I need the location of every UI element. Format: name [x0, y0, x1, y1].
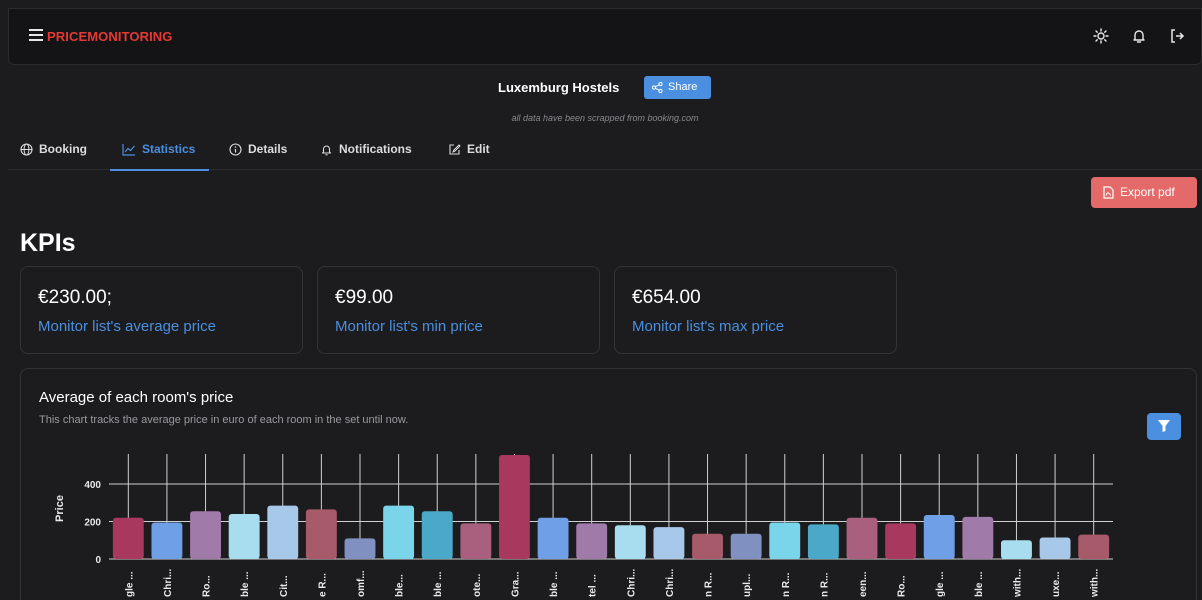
x-tick-label: n R...	[704, 572, 715, 597]
x-tick-label: gle ...	[935, 571, 946, 597]
x-tick-label: ble ...	[974, 571, 985, 597]
pdf-icon	[1103, 186, 1114, 199]
kpi-label: Monitor list's average price	[38, 318, 216, 335]
chart-bar	[267, 505, 299, 559]
bell-icon[interactable]	[1129, 26, 1149, 46]
kpi-average-card: €230.00; Monitor list's average price	[20, 266, 303, 354]
chart-bar	[151, 522, 183, 559]
chart-bar	[1039, 537, 1071, 559]
globe-icon	[20, 142, 33, 156]
tab-label: Notifications	[339, 142, 412, 156]
sun-icon[interactable]	[1091, 26, 1111, 46]
chart-bar	[383, 505, 415, 559]
kpi-max-card: €654.00 Monitor list's max price	[614, 266, 897, 354]
x-tick-label: gle ...	[124, 571, 135, 597]
chart-bar	[344, 538, 376, 559]
y-axis-label: Price	[54, 495, 66, 522]
x-tick-label: Chri...	[665, 568, 676, 597]
kpi-min-card: €99.00 Monitor list's min price	[317, 266, 600, 354]
chart-bar	[692, 533, 723, 559]
chart-bar	[576, 523, 608, 559]
menu-icon[interactable]	[29, 29, 43, 43]
logout-icon[interactable]	[1167, 26, 1187, 46]
y-tick-label: 200	[84, 518, 101, 529]
chart-bar	[537, 517, 569, 559]
edit-icon	[449, 143, 461, 155]
y-tick-label: 400	[84, 480, 101, 491]
x-tick-label: ble ...	[433, 571, 444, 597]
kpi-label: Monitor list's min price	[335, 318, 483, 335]
x-tick-label: n R...	[781, 572, 792, 597]
tab-label: Details	[248, 142, 288, 156]
x-tick-label: Chri...	[163, 568, 174, 597]
x-tick-label: Cit...	[279, 575, 290, 597]
tab-details[interactable]: Details	[229, 128, 287, 170]
chart-bar	[846, 517, 878, 559]
chart-bar	[499, 454, 530, 559]
chart-bar	[769, 522, 801, 559]
tab-booking[interactable]: Booking	[20, 128, 87, 170]
x-tick-label: ote...	[472, 573, 483, 597]
chart-bar	[1078, 534, 1110, 559]
x-tick-label: n R...	[819, 572, 830, 597]
chart-bar	[460, 523, 492, 559]
chart-bar	[614, 525, 646, 559]
x-tick-label: upl...	[742, 573, 753, 597]
x-tick-label: Chri...	[626, 568, 637, 597]
x-tick-label: ble ...	[240, 571, 251, 597]
chart-bar	[653, 527, 685, 559]
chart-bar	[112, 517, 144, 559]
export-pdf-button[interactable]: Export pdf	[1091, 177, 1197, 208]
tab-label: Booking	[39, 142, 87, 156]
chart-card: Average of each room's price This chart …	[20, 368, 1197, 600]
bell-icon	[321, 145, 332, 155]
x-tick-label: e R...	[317, 573, 328, 597]
chart-bar	[421, 511, 453, 559]
x-tick-label: with...	[1012, 568, 1023, 598]
x-tick-label: with...	[1090, 568, 1101, 598]
tab-notifications[interactable]: Notifications	[320, 128, 412, 170]
x-tick-label: tel ...	[588, 574, 599, 597]
chart-line-icon	[122, 143, 135, 156]
tab-bar: Booking Statistics Details Notifications…	[8, 128, 1202, 171]
share-label: Share	[668, 81, 698, 93]
tab-edit[interactable]: Edit	[448, 128, 490, 170]
kpi-label: Monitor list's max price	[632, 318, 785, 335]
brand-logo[interactable]: PRICEMONITORING	[47, 29, 173, 44]
share-button[interactable]: Share	[644, 76, 711, 99]
x-tick-label: Ro...	[202, 575, 213, 597]
chart-bar	[305, 509, 337, 559]
project-header: Luxemburg Hostels Share all data have be…	[8, 65, 1202, 128]
tab-label: Edit	[467, 142, 490, 156]
x-tick-label: ble ...	[549, 571, 560, 597]
x-tick-label: een...	[858, 571, 869, 597]
kpi-value: €99.00	[335, 287, 394, 308]
y-tick-label: 0	[95, 555, 101, 566]
kpi-section-title: KPIs	[20, 229, 76, 257]
tab-statistics[interactable]: Statistics	[109, 128, 210, 171]
info-icon	[229, 142, 242, 156]
top-bar: PRICEMONITORING	[8, 8, 1202, 65]
export-label: Export pdf	[1120, 185, 1175, 199]
chart-bar	[885, 523, 917, 559]
data-source-note: all data have been scrapped from booking…	[511, 113, 699, 123]
chart-bar	[1001, 540, 1032, 559]
kpi-value: €654.00	[632, 287, 701, 308]
x-tick-label: Gra...	[510, 571, 521, 597]
x-tick-label: ble...	[395, 574, 406, 597]
chart-bar	[730, 533, 762, 559]
page-title: Luxemburg Hostels	[498, 80, 620, 95]
chart-bar	[923, 514, 955, 559]
x-tick-label: Ro...	[897, 575, 908, 597]
chart-bar	[228, 514, 260, 559]
chart-bar	[962, 516, 994, 559]
share-icon	[652, 82, 663, 93]
bar-chart: 0 200 400 Price gle ... Chri... Ro... ble ... Ci…	[54, 454, 1113, 598]
kpi-value: €230.00;	[38, 287, 112, 308]
chart-bar	[190, 511, 221, 559]
tab-label: Statistics	[142, 142, 196, 156]
chart-bar	[807, 524, 839, 559]
x-tick-label: uxe...	[1051, 571, 1062, 597]
x-tick-label: omf...	[356, 570, 367, 597]
